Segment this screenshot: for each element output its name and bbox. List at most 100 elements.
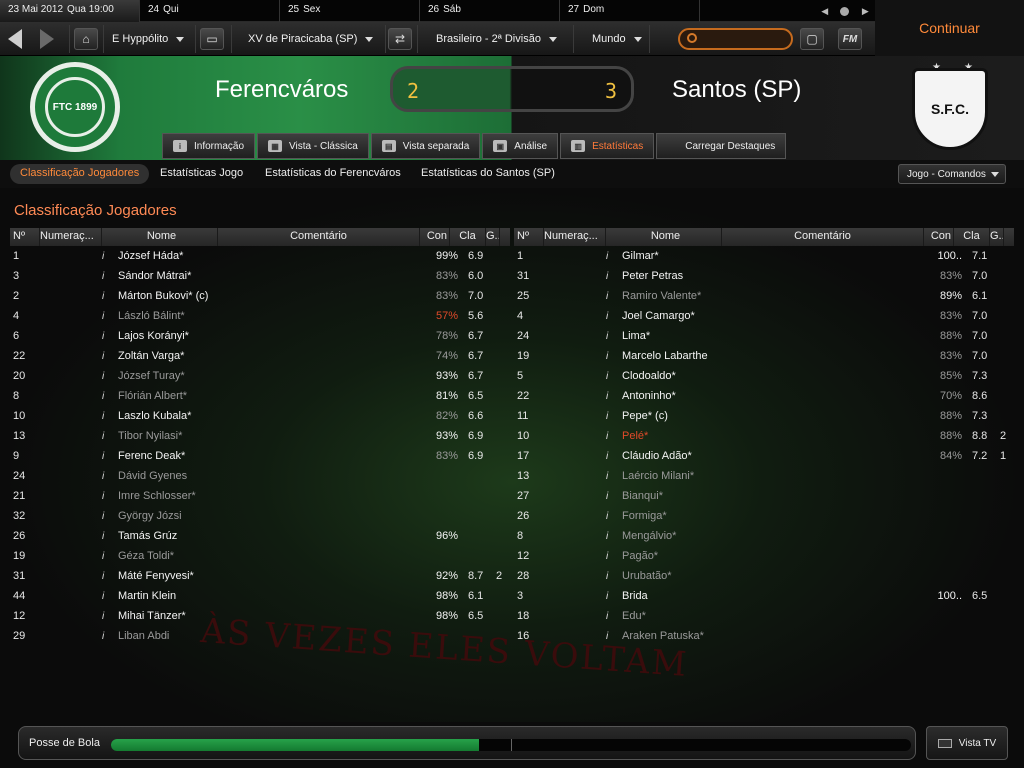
col-squad-header[interactable]: Numeraç...	[40, 228, 102, 246]
table-row[interactable]: 1 i József Háda* 99% 6.9	[10, 246, 510, 266]
table-row[interactable]: 18 i Edu*	[514, 606, 1014, 626]
table-row[interactable]: 21 i Imre Schlosser*	[10, 486, 510, 506]
subnav-estatisticas-home[interactable]: Estatísticas do Ferencváros	[255, 164, 411, 184]
table-row[interactable]: 24 i Lima* 88% 7.0	[514, 326, 1014, 346]
table-row[interactable]: 6 i Lajos Korányi* 78% 6.7	[10, 326, 510, 346]
player-info-icon[interactable]: i	[606, 391, 618, 402]
player-info-icon[interactable]: i	[606, 271, 618, 282]
manager-menu[interactable]: E Hyppólito	[104, 25, 196, 53]
player-info-icon[interactable]: i	[606, 631, 618, 642]
table-row[interactable]: 12 i Mihai Tänzer* 98% 6.5	[10, 606, 510, 626]
command-select[interactable]: Jogo - Comandos	[898, 164, 1006, 184]
inbox-button[interactable]: ▭	[200, 25, 232, 53]
table-row[interactable]: 17 i Cláudio Adão* 84% 7.2 1	[514, 446, 1014, 466]
table-row[interactable]: 4 i László Bálint* 57% 5.6	[10, 306, 510, 326]
tab-vista-separada[interactable]: ▤ Vista separada	[370, 133, 481, 159]
subnav-estatisticas-away[interactable]: Estatísticas do Santos (SP)	[411, 164, 565, 184]
col-con-header[interactable]: Con	[420, 228, 450, 246]
player-info-icon[interactable]: i	[102, 311, 114, 322]
fm-button[interactable]: FM	[838, 25, 870, 53]
player-info-icon[interactable]: i	[102, 411, 114, 422]
table-row[interactable]: 5 i Clodoaldo* 85% 7.3	[514, 366, 1014, 386]
tab-vista-classica[interactable]: ▦ Vista - Clássica	[257, 133, 369, 159]
player-info-icon[interactable]: i	[102, 611, 114, 622]
player-info-icon[interactable]: i	[102, 291, 114, 302]
player-info-icon[interactable]: i	[102, 491, 114, 502]
player-info-icon[interactable]: i	[102, 451, 114, 462]
table-row[interactable]: 3 i Brida 100.. 6.5	[514, 586, 1014, 606]
table-row[interactable]: 20 i József Turay* 93% 6.7	[10, 366, 510, 386]
player-info-icon[interactable]: i	[606, 451, 618, 462]
player-info-icon[interactable]: i	[102, 591, 114, 602]
table-row[interactable]: 19 i Géza Toldi*	[10, 546, 510, 566]
table-row[interactable]: 31 i Máté Fenyvesi* 92% 8.7 2	[10, 566, 510, 586]
player-info-icon[interactable]: i	[606, 531, 618, 542]
table-row[interactable]: 22 i Zoltán Varga* 74% 6.7	[10, 346, 510, 366]
table-row[interactable]: 13 i Laércio Milani*	[514, 466, 1014, 486]
table-row[interactable]: 8 i Mengálvio*	[514, 526, 1014, 546]
player-info-icon[interactable]: i	[102, 631, 114, 642]
subnav-classificacao[interactable]: Classificação Jogadores	[10, 164, 150, 184]
player-info-icon[interactable]: i	[606, 571, 618, 582]
table-row[interactable]: 22 i Antoninho* 70% 8.6	[514, 386, 1014, 406]
player-info-icon[interactable]: i	[606, 431, 618, 442]
player-info-icon[interactable]: i	[606, 611, 618, 622]
table-row[interactable]: 26 i Formiga*	[514, 506, 1014, 526]
table-row[interactable]: 44 i Martin Klein 98% 6.1	[10, 586, 510, 606]
table-row[interactable]: 11 i Pepe* (c) 88% 7.3	[514, 406, 1014, 426]
table-row[interactable]: 9 i Ferenc Deak* 83% 6.9	[10, 446, 510, 466]
player-info-icon[interactable]: i	[102, 431, 114, 442]
player-info-icon[interactable]: i	[606, 411, 618, 422]
day-24[interactable]: 24 Qui	[140, 0, 280, 22]
col-squad-header[interactable]: Numeraç...	[544, 228, 606, 246]
col-con-header[interactable]: Con	[924, 228, 954, 246]
player-info-icon[interactable]: i	[102, 351, 114, 362]
day-26[interactable]: 26 Sáb	[420, 0, 560, 22]
table-row[interactable]: 32 i György Józsi	[10, 506, 510, 526]
player-info-icon[interactable]: i	[102, 331, 114, 342]
table-row[interactable]: 8 i Flórián Albert* 81% 6.5	[10, 386, 510, 406]
player-info-icon[interactable]: i	[606, 471, 618, 482]
table-row[interactable]: 2 i Márton Bukovi* (c) 83% 7.0	[10, 286, 510, 306]
col-num-header[interactable]: Nº	[514, 228, 544, 246]
search-input[interactable]	[678, 28, 793, 50]
today-dot-icon[interactable]	[840, 6, 850, 16]
table-row[interactable]: 1 i Gilmar* 100.. 7.1	[514, 246, 1014, 266]
table-row[interactable]: 16 i Araken Patuska*	[514, 626, 1014, 646]
player-info-icon[interactable]: i	[606, 351, 618, 362]
table-row[interactable]: 10 i Pelé* 88% 8.8 2	[514, 426, 1014, 446]
player-info-icon[interactable]: i	[606, 331, 618, 342]
world-menu[interactable]: Mundo	[578, 25, 650, 53]
prev-day-icon[interactable]: ◀	[821, 6, 828, 17]
player-info-icon[interactable]: i	[102, 471, 114, 482]
player-info-icon[interactable]: i	[102, 371, 114, 382]
subnav-estatisticas-jogo[interactable]: Estatísticas Jogo	[150, 164, 253, 184]
tv-view-button[interactable]: Vista TV	[926, 726, 1008, 760]
player-info-icon[interactable]: i	[606, 291, 618, 302]
player-info-icon[interactable]: i	[606, 491, 618, 502]
day-27[interactable]: 27 Dom	[560, 0, 700, 22]
col-goals-header[interactable]: G..	[486, 228, 500, 246]
player-info-icon[interactable]: i	[606, 591, 618, 602]
table-row[interactable]: 12 i Pagão*	[514, 546, 1014, 566]
table-row[interactable]: 3 i Sándor Mátrai* 83% 6.0	[10, 266, 510, 286]
col-cla-header[interactable]: Cla	[954, 228, 990, 246]
home-button[interactable]: ⌂	[74, 25, 104, 53]
table-row[interactable]: 26 i Tamás Grúz 96%	[10, 526, 510, 546]
tab-estatisticas[interactable]: ▥ Estatísticas	[560, 133, 655, 159]
table-row[interactable]: 29 i Liban Abdi	[10, 626, 510, 646]
col-goals-header[interactable]: G..	[990, 228, 1004, 246]
table-row[interactable]: 27 i Bianqui*	[514, 486, 1014, 506]
club-menu[interactable]: XV de Piracicaba (SP)	[236, 25, 386, 53]
player-info-icon[interactable]: i	[606, 251, 618, 262]
tab-informacao[interactable]: i Informação	[162, 133, 256, 159]
col-comment-header[interactable]: Comentário	[218, 228, 420, 246]
player-info-icon[interactable]: i	[102, 391, 114, 402]
table-row[interactable]: 19 i Marcelo Labarthe 83% 7.0	[514, 346, 1014, 366]
continue-button[interactable]: Continuar	[875, 0, 1024, 56]
tab-carregar-destaques[interactable]: Carregar Destaques	[656, 133, 787, 159]
table-row[interactable]: 28 i Urubatão*	[514, 566, 1014, 586]
table-row[interactable]: 4 i Joel Camargo* 83% 7.0	[514, 306, 1014, 326]
col-num-header[interactable]: Nº	[10, 228, 40, 246]
player-info-icon[interactable]: i	[102, 511, 114, 522]
